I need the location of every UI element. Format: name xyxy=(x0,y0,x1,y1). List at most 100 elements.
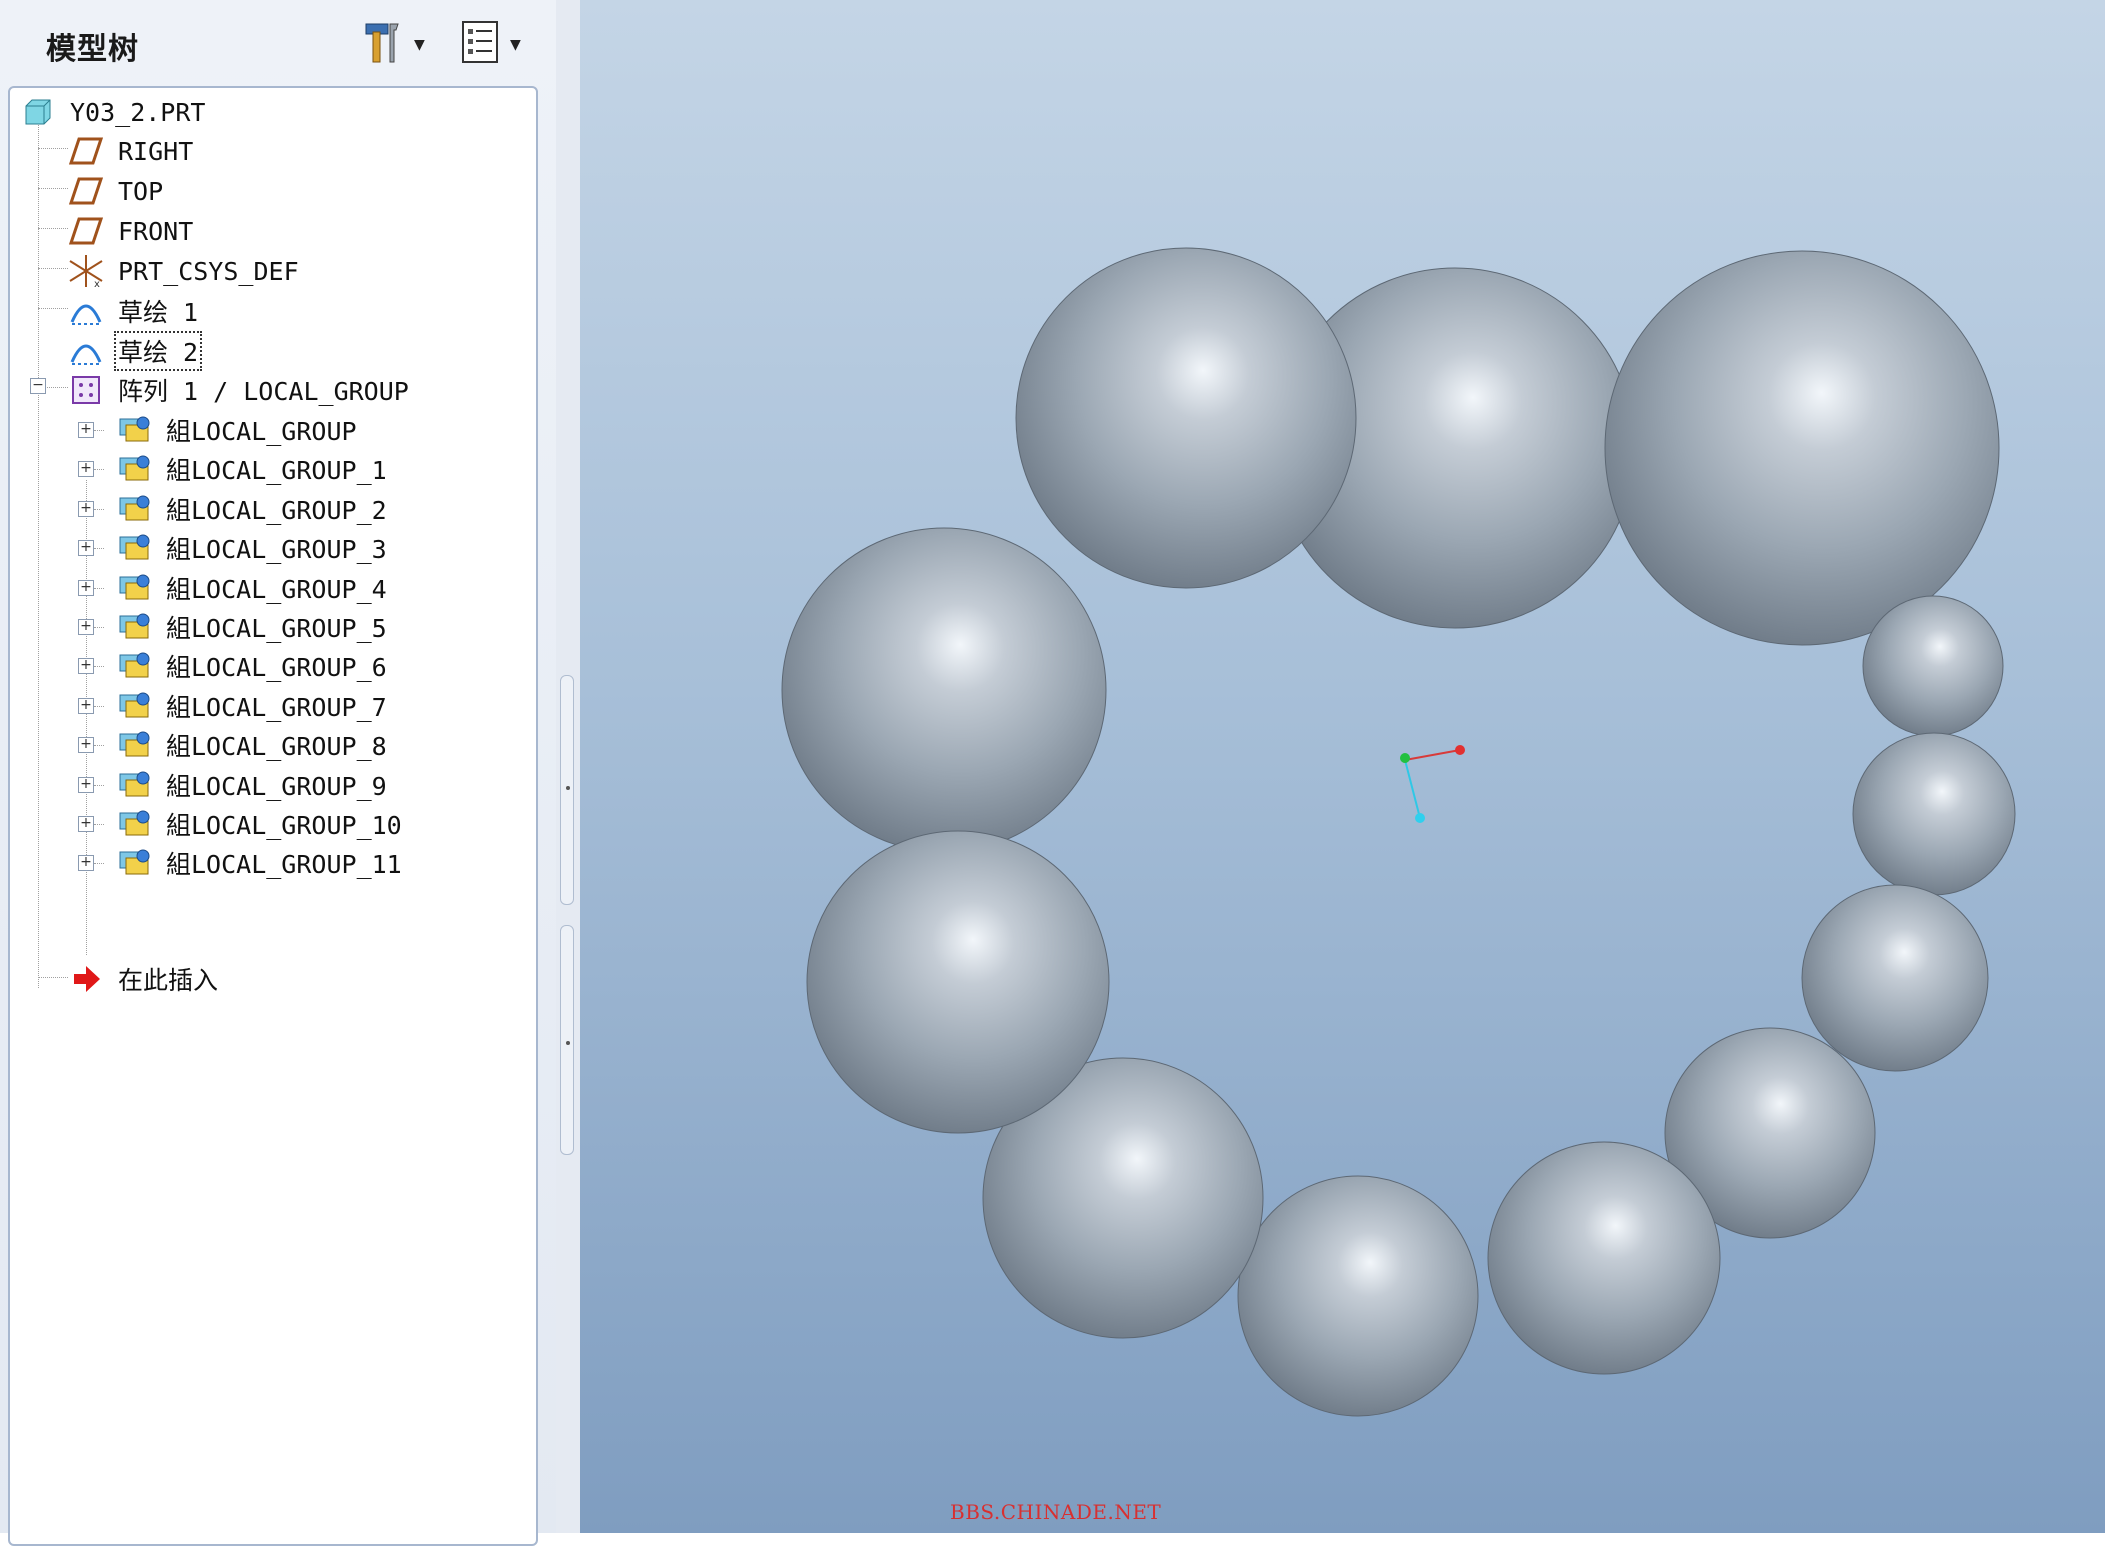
tree-item-label: 組LOCAL_GROUP_11 xyxy=(166,850,402,880)
graphics-viewport[interactable]: BBS.CHINADE.NET xyxy=(580,0,2105,1533)
tree-item-label: 草绘 2 xyxy=(113,331,203,371)
sphere[interactable] xyxy=(1015,247,1357,589)
tree-item-group[interactable]: 組LOCAL_GROUP xyxy=(116,411,359,449)
group-icon xyxy=(116,412,152,448)
sphere[interactable] xyxy=(806,830,1110,1134)
sphere[interactable] xyxy=(781,527,1107,853)
tree-item-label: 組LOCAL_GROUP_8 xyxy=(166,732,387,762)
pattern-icon xyxy=(68,372,104,408)
tree-item-datum-front[interactable]: FRONT xyxy=(68,212,195,250)
sketch-icon xyxy=(68,333,104,369)
tree-item-root[interactable]: Y03_2.PRT xyxy=(20,93,207,131)
tree-item-label: 組LOCAL_GROUP xyxy=(166,417,357,446)
tree-item-label: 組LOCAL_GROUP_4 xyxy=(166,574,387,604)
group-icon xyxy=(116,491,152,527)
sphere[interactable] xyxy=(1604,250,2000,646)
expand-toggle[interactable]: + xyxy=(78,855,94,872)
3d-scene[interactable] xyxy=(580,0,2105,1533)
tools-icon xyxy=(360,18,404,70)
tree-item-pattern[interactable]: 阵列 1 / LOCAL_GROUP xyxy=(68,371,411,409)
list-view-icon xyxy=(460,19,500,69)
expand-toggle[interactable]: + xyxy=(78,461,94,478)
sphere[interactable] xyxy=(1237,1175,1479,1417)
csys-triad xyxy=(1400,745,1465,823)
collapse-toggle[interactable]: − xyxy=(30,378,46,394)
insert-arrow-icon xyxy=(68,961,104,997)
tree-item-group[interactable]: 組LOCAL_GROUP_2 xyxy=(116,490,389,528)
expand-toggle[interactable]: + xyxy=(78,697,94,714)
tree-item-label: 組LOCAL_GROUP_9 xyxy=(166,771,387,801)
expand-toggle[interactable]: + xyxy=(78,737,94,754)
tree-item-label: 組LOCAL_GROUP_10 xyxy=(166,811,402,840)
tree-item-label: 組LOCAL_GROUP_3 xyxy=(166,535,387,565)
settings-dropdown-button[interactable]: ▼ xyxy=(360,18,425,70)
tree-item-datum-right[interactable]: RIGHT xyxy=(68,132,195,170)
svg-text:x: x xyxy=(94,279,100,289)
model-tree-panel: 模型树 ▼ ▼ Y03_2.PRT RIGHT TOP FRONT x PRT_… xyxy=(0,0,580,1546)
watermark: BBS.CHINADE.NET xyxy=(950,1500,1162,1524)
tree-item-sketch-1[interactable]: 草绘 1 xyxy=(68,292,200,330)
expand-toggle[interactable]: + xyxy=(78,658,94,675)
expand-toggle[interactable]: + xyxy=(78,540,94,557)
sphere[interactable] xyxy=(1801,884,1989,1072)
tree-item-label: 組LOCAL_GROUP_5 xyxy=(166,614,387,643)
tree-item-datum-top[interactable]: TOP xyxy=(68,172,165,210)
tree-item-group[interactable]: 組LOCAL_GROUP_6 xyxy=(116,647,389,685)
splitter-handle-top[interactable] xyxy=(560,675,574,905)
sketch-icon xyxy=(68,293,104,329)
tree-item-label: 草绘 1 xyxy=(118,298,199,327)
tree-item-label: 組LOCAL_GROUP_7 xyxy=(166,692,387,722)
tree-item-label: 在此插入 xyxy=(118,966,219,995)
panel-title: 模型树 xyxy=(46,32,139,67)
group-icon xyxy=(116,845,152,881)
tree-item-group[interactable]: 組LOCAL_GROUP_3 xyxy=(116,529,389,567)
panel-splitter[interactable] xyxy=(556,0,580,1533)
datum-plane-icon xyxy=(68,213,104,249)
expand-toggle[interactable]: + xyxy=(78,816,94,832)
group-icon xyxy=(116,570,152,606)
tree-item-label: RIGHT xyxy=(118,136,194,166)
coordinate-system-icon: x xyxy=(68,253,104,289)
group-icon xyxy=(116,451,152,487)
expand-toggle[interactable]: + xyxy=(78,579,94,596)
chevron-down-icon: ▼ xyxy=(510,33,521,55)
tree-item-label: 阵列 1 / LOCAL_GROUP xyxy=(118,377,409,406)
tree-item-group[interactable]: 組LOCAL_GROUP_9 xyxy=(116,766,389,804)
group-icon xyxy=(116,806,152,842)
tree-item-label: 組LOCAL_GROUP_2 xyxy=(166,495,387,525)
tree-item-group[interactable]: 組LOCAL_GROUP_7 xyxy=(116,687,389,725)
show-dropdown-button[interactable]: ▼ xyxy=(460,18,521,70)
tree-item-label: Y03_2.PRT xyxy=(70,97,206,127)
tree-item-label: FRONT xyxy=(118,216,194,246)
sphere[interactable] xyxy=(1852,732,2016,896)
tree-item-label: 組LOCAL_GROUP_1 xyxy=(166,456,387,486)
group-icon xyxy=(116,767,152,803)
group-icon xyxy=(116,727,152,763)
group-icon xyxy=(116,648,152,684)
expand-toggle[interactable]: + xyxy=(78,776,94,793)
tree-item-group[interactable]: 組LOCAL_GROUP_10 xyxy=(116,805,404,843)
sphere[interactable] xyxy=(1487,1141,1721,1375)
datum-plane-icon xyxy=(68,173,104,209)
tree-item-csys[interactable]: x PRT_CSYS_DEF xyxy=(68,252,301,290)
part-icon xyxy=(20,94,56,130)
sphere[interactable] xyxy=(1862,595,2004,737)
datum-plane-icon xyxy=(68,133,104,169)
tree-item-label: TOP xyxy=(118,176,164,206)
tree-item-group[interactable]: 組LOCAL_GROUP_11 xyxy=(116,844,404,882)
tree-item-group[interactable]: 組LOCAL_GROUP_4 xyxy=(116,569,389,607)
splitter-handle-bottom[interactable] xyxy=(560,925,574,1155)
tree-item-group[interactable]: 組LOCAL_GROUP_1 xyxy=(116,450,389,488)
group-icon xyxy=(116,688,152,724)
group-icon xyxy=(116,530,152,566)
tree-item-group[interactable]: 組LOCAL_GROUP_8 xyxy=(116,726,389,764)
group-icon xyxy=(116,609,152,645)
tree-item-insert-here[interactable]: 在此插入 xyxy=(68,960,220,998)
tree-item-group[interactable]: 組LOCAL_GROUP_5 xyxy=(116,608,389,646)
sphere-group xyxy=(781,247,2016,1417)
expand-toggle[interactable]: + xyxy=(78,422,94,438)
tree-item-sketch-2[interactable]: 草绘 2 xyxy=(68,331,203,371)
tree-item-label: 組LOCAL_GROUP_6 xyxy=(166,653,387,683)
expand-toggle[interactable]: + xyxy=(78,619,94,635)
expand-toggle[interactable]: + xyxy=(78,500,94,517)
